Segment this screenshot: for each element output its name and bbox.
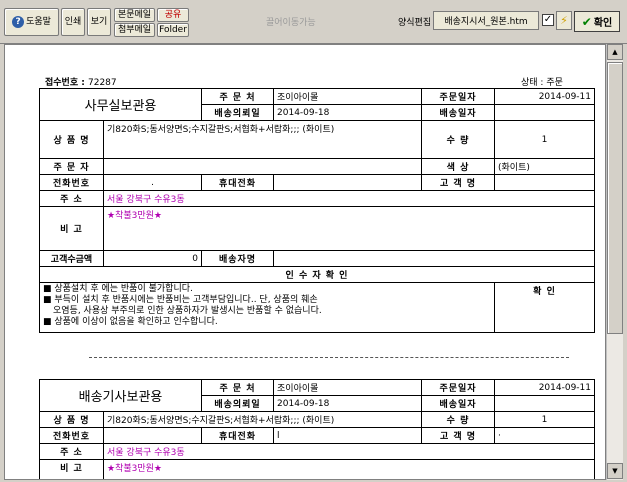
ok-button[interactable]: ✔ 확인 bbox=[574, 11, 620, 32]
scroll-thumb[interactable] bbox=[607, 62, 623, 334]
arrow-down-icon: ▼ bbox=[612, 467, 618, 475]
form1-orderer bbox=[102, 158, 423, 175]
form2-orderer-place: 조이아이몰 bbox=[273, 379, 423, 396]
folder-button[interactable]: Folder bbox=[157, 23, 189, 37]
form2-address: 서울 강북구 수유3동 bbox=[102, 443, 596, 460]
form1-delivery-request-date: 2014-09-18 bbox=[273, 104, 423, 121]
form1-customer-name bbox=[494, 174, 596, 191]
vertical-scrollbar[interactable]: ▲ ▼ bbox=[606, 44, 623, 480]
help-button[interactable]: ? 도움말 bbox=[4, 8, 59, 36]
lightning-icon: ⚡ bbox=[560, 14, 568, 27]
cut-line bbox=[89, 357, 569, 358]
check-icon: ✔ bbox=[581, 14, 592, 29]
receiver-confirm-header: 인 수 자 확 인 bbox=[38, 266, 596, 283]
form2-title: 배송기사보관용 bbox=[38, 379, 203, 412]
receipt-number: 접수번호 : 72287 bbox=[45, 78, 117, 88]
confirm-signature-box: 확 인 bbox=[494, 282, 596, 333]
lightning-button[interactable]: ⚡ bbox=[556, 11, 572, 30]
form2-customer-name: · bbox=[494, 427, 596, 444]
form2-mobile: l bbox=[273, 427, 423, 444]
form1-deliverer bbox=[273, 250, 596, 267]
form1-address: 서울 강북구 수유3동 bbox=[102, 190, 596, 207]
document-view[interactable]: 접수번호 : 72287 상태 : 주문 사무실보관용 주 문 처 조이아이몰 … bbox=[4, 44, 606, 480]
form1-product: 기820화S;동서양면S;수지갈판S;서협화+서랍화;;; (화이트) bbox=[102, 120, 423, 159]
help-label: 도움말 bbox=[26, 16, 51, 27]
office-copy-form: 사무실보관용 주 문 처 조이아이몰 주문일자 2014-09-11 배송의뢰일… bbox=[38, 88, 596, 333]
form1-phone: . bbox=[102, 174, 203, 191]
driver-copy-form: 배송기사보관용 주 문 처 조이아이몰 주문일자 2014-09-11 배송의뢰… bbox=[38, 379, 596, 479]
help-icon: ? bbox=[12, 16, 25, 28]
scroll-down-button[interactable]: ▼ bbox=[607, 463, 623, 479]
attach-mail-button[interactable]: 첨부메일 bbox=[114, 23, 155, 37]
scroll-up-button[interactable]: ▲ bbox=[607, 44, 623, 60]
drag-hint: 끌어이동가능 bbox=[266, 18, 316, 28]
form1-amount: 0 bbox=[102, 250, 203, 267]
print-button[interactable]: 인쇄 bbox=[61, 8, 85, 36]
form2-phone bbox=[102, 427, 203, 444]
form1-mobile bbox=[273, 174, 423, 191]
view-button[interactable]: 보기 bbox=[87, 8, 111, 36]
form1-remark: ★착불3만원★ bbox=[102, 206, 596, 251]
form1-title: 사무실보관용 bbox=[38, 88, 203, 121]
form1-orderer-place: 조이아이몰 bbox=[273, 88, 423, 105]
ok-label: 확인 bbox=[593, 18, 613, 29]
form1-order-date: 2014-09-11 bbox=[494, 88, 596, 105]
template-label: 양식편집 bbox=[398, 18, 432, 28]
share-button[interactable]: 공유 bbox=[157, 8, 189, 22]
form2-delivery-request-date: 2014-09-18 bbox=[273, 395, 423, 412]
form2-quantity: 1 bbox=[494, 411, 596, 428]
notice-text: ■ 상품설치 후 에는 반품이 불가합니다. ■ 부득이 설치 후 반품시에는 … bbox=[38, 282, 496, 333]
form2-order-date: 2014-09-11 bbox=[494, 379, 596, 396]
order-state: 상태 : 주문 bbox=[521, 78, 563, 88]
form2-product: 기820화S;동서양면S;수지갈판S;서협화+서랍화;;; (화이트) bbox=[102, 411, 423, 428]
form2-remark: ★착불3만원★ bbox=[102, 459, 596, 479]
form2-delivery-date bbox=[494, 395, 596, 412]
toolbar: ? 도움말 인쇄 보기 본문메일 공유 첨부메일 Folder 끌어이동가능 양… bbox=[0, 0, 627, 44]
template-checkbox[interactable]: ✓ bbox=[542, 14, 554, 26]
form1-delivery-date bbox=[494, 104, 596, 121]
template-select[interactable]: 배송지시서_원본.htm bbox=[433, 11, 539, 30]
body-mail-button[interactable]: 본문메일 bbox=[114, 8, 155, 22]
arrow-up-icon: ▲ bbox=[612, 48, 618, 56]
form1-quantity: 1 bbox=[494, 120, 596, 159]
form1-color: (화이트) bbox=[494, 158, 596, 175]
